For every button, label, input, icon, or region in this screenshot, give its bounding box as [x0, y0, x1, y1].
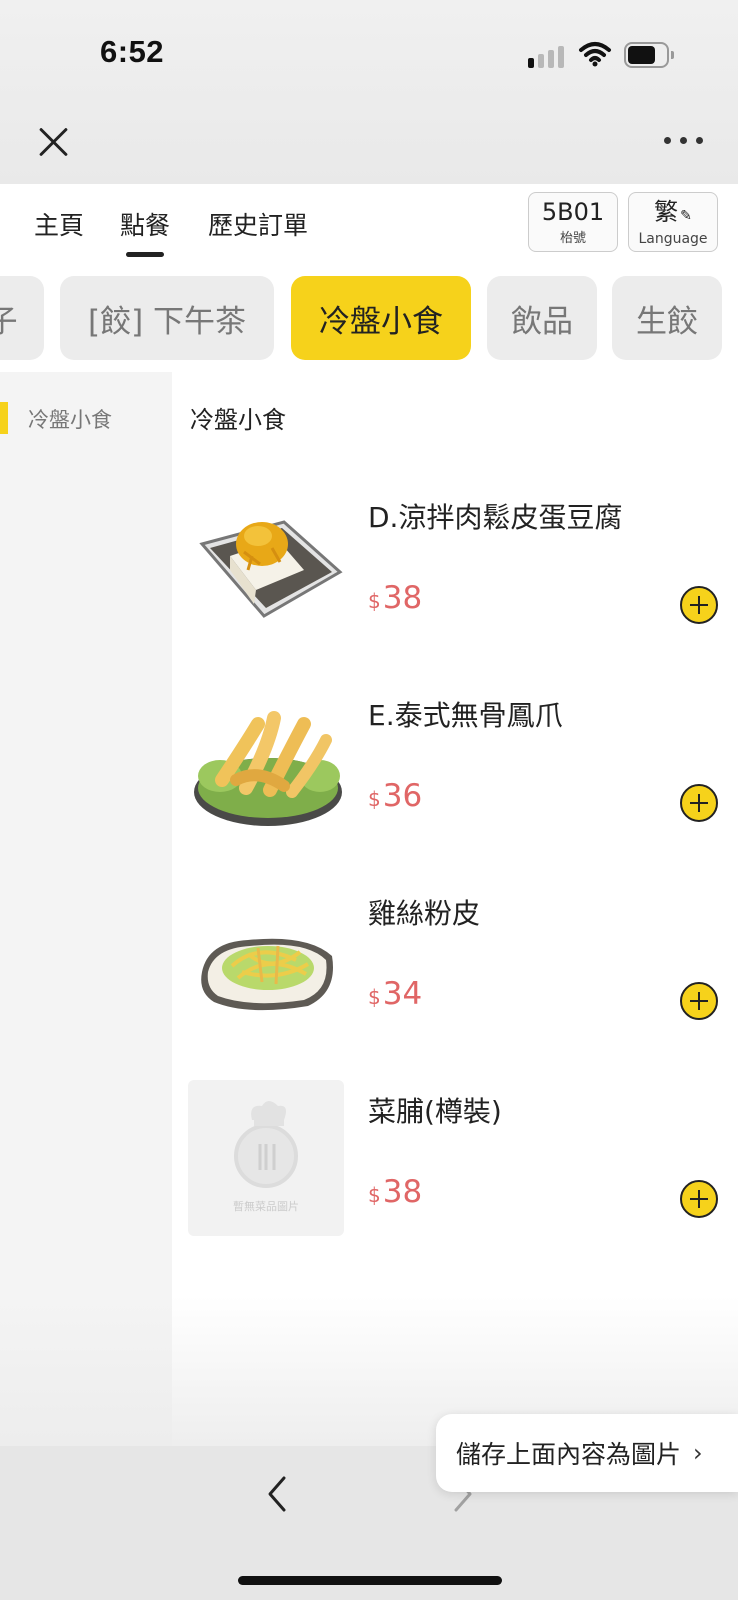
menu-item[interactable]: D.涼拌肉鬆皮蛋豆腐 $38 — [172, 480, 738, 660]
tab-order[interactable]: 點餐 — [120, 206, 170, 242]
add-to-cart-button[interactable] — [680, 784, 718, 822]
language-caption: Language — [638, 231, 708, 247]
no-image-placeholder: 暫無菜品圖片 — [188, 1080, 344, 1236]
table-caption: 枱號 — [559, 231, 586, 246]
item-price: $36 — [368, 778, 423, 814]
pencil-icon: ✎ — [680, 208, 692, 224]
table-number-badge: 5B01 枱號 — [528, 192, 618, 252]
item-name: 雞絲粉皮 — [368, 897, 481, 930]
chicken-feet-dish-image — [194, 711, 342, 826]
chef-hat-icon — [234, 1101, 298, 1188]
language-button[interactable]: 繁 ✎ Language — [628, 192, 718, 252]
category-chip[interactable]: 生餃 — [612, 276, 722, 360]
table-number: 5B01 — [541, 198, 605, 226]
tofu-dish-image — [199, 520, 343, 618]
menu-list: 冷盤小食 D.涼拌肉鬆皮蛋豆腐 $38 E.泰式無骨鳳爪 $36 雞絲粉皮 $3… — [172, 372, 738, 1446]
item-name: E.泰式無骨鳳爪 — [368, 699, 563, 732]
back-arrow-icon[interactable] — [262, 1474, 292, 1514]
top-chrome: 6:52 — [0, 0, 738, 184]
app-header: 主頁 點餐 歷史訂單 5B01 枱號 繁 ✎ Language — [0, 184, 738, 272]
item-name: D.涼拌肉鬆皮蛋豆腐 — [368, 501, 623, 534]
language-current: 繁 — [654, 198, 679, 226]
add-to-cart-button[interactable] — [680, 586, 718, 624]
category-chip-active[interactable]: 冷盤小食 — [291, 276, 471, 360]
add-to-cart-button[interactable] — [680, 982, 718, 1020]
category-chip[interactable]: 子 — [0, 276, 44, 360]
menu-item[interactable]: 雞絲粉皮 $34 — [172, 876, 738, 1056]
close-icon[interactable] — [34, 122, 74, 162]
save-as-image-label: 儲存上面內容為圖片 — [456, 1440, 682, 1469]
sidebar-active-indicator — [0, 402, 8, 434]
section-title: 冷盤小食 — [190, 406, 286, 434]
category-sidebar: 冷盤小食 — [0, 372, 172, 1446]
category-chip[interactable]: 飲品 — [487, 276, 597, 360]
sidebar-item-label: 冷盤小食 — [28, 408, 112, 432]
chevron-right-icon: › — [693, 1439, 703, 1467]
more-options-icon[interactable] — [664, 130, 708, 150]
menu-item[interactable]: E.泰式無骨鳳爪 $36 — [172, 678, 738, 858]
add-to-cart-button[interactable] — [680, 1180, 718, 1218]
sidebar-item-cold-dishes[interactable]: 冷盤小食 — [0, 396, 172, 440]
item-price: $38 — [368, 580, 423, 616]
battery-icon — [624, 42, 674, 68]
tab-order-history[interactable]: 歷史訂單 — [208, 206, 308, 242]
home-indicator — [238, 1576, 502, 1585]
menu-item[interactable]: 暫無菜品圖片 菜脯(樽裝) $38 — [172, 1074, 738, 1254]
noodle-salad-dish-image — [201, 938, 333, 1011]
category-chip[interactable]: [餃] 下午茶 — [60, 276, 274, 360]
placeholder-caption: 暫無菜品圖片 — [233, 1200, 299, 1213]
cellular-signal-icon — [528, 44, 566, 68]
item-price: $38 — [368, 1174, 423, 1210]
tab-home[interactable]: 主頁 — [34, 206, 84, 242]
status-time: 6:52 — [100, 34, 165, 69]
item-name: 菜脯(樽裝) — [368, 1095, 502, 1128]
item-price: $34 — [368, 976, 423, 1012]
category-chip-row: 子 [餃] 下午茶 冷盤小食 飲品 生餃 — [0, 272, 738, 372]
save-as-image-button[interactable]: 儲存上面內容為圖片 › — [436, 1414, 738, 1492]
wifi-icon — [579, 42, 611, 67]
